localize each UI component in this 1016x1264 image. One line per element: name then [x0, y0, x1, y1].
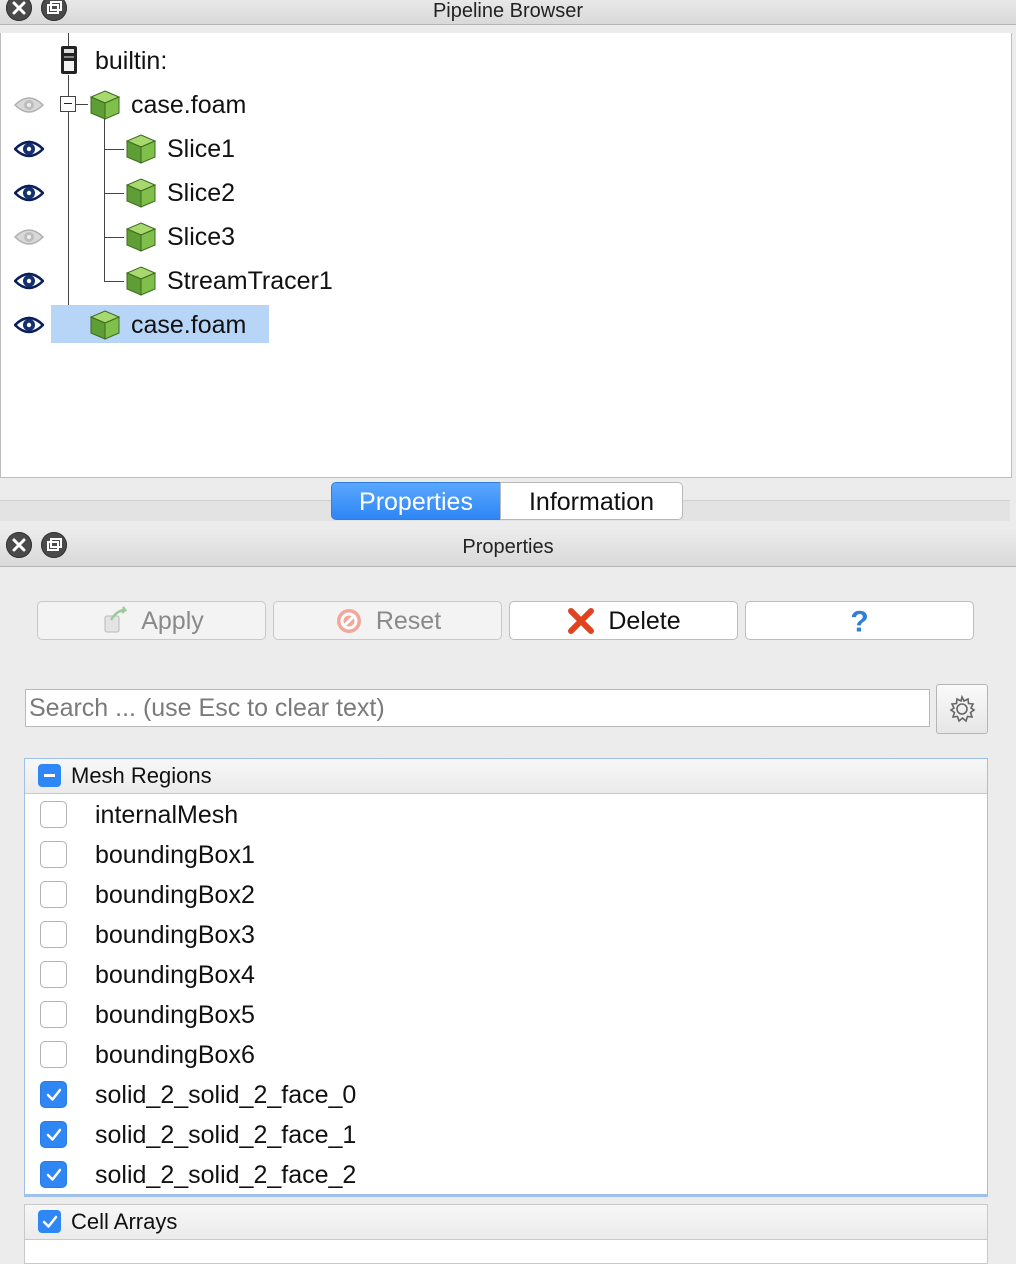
list-item-label: boundingBox1 — [95, 841, 255, 869]
list-item[interactable]: boundingBox1 — [25, 835, 987, 875]
tree-item-label: Slice2 — [167, 179, 236, 207]
list-item-label: solid_2_solid_2_face_2 — [95, 1161, 357, 1189]
tree-item-slice2[interactable]: Slice2 — [1, 171, 1011, 215]
checkmark-icon — [46, 1088, 62, 1101]
pipeline-browser-title: Pipeline Browser — [432, 0, 584, 22]
cube-icon — [125, 222, 157, 252]
eye-visible-icon[interactable] — [14, 183, 44, 203]
delete-button[interactable]: Delete — [509, 601, 738, 640]
mesh-regions-header[interactable]: Mesh Regions — [25, 759, 987, 794]
search-input[interactable] — [25, 689, 930, 727]
cell-arrays-header[interactable]: Cell Arrays — [25, 1205, 987, 1240]
checkbox[interactable] — [40, 1041, 67, 1068]
tree-item-label: case.foam — [131, 91, 247, 119]
list-item[interactable]: boundingBox5 — [25, 995, 987, 1035]
list-item-label: boundingBox2 — [95, 881, 255, 909]
tree-item-label: Slice1 — [167, 135, 236, 163]
tree-item-builtin[interactable]: builtin: — [1, 39, 1011, 83]
tree-item-slice1[interactable]: Slice1 — [1, 127, 1011, 171]
apply-label: Apply — [141, 606, 204, 635]
tab-properties[interactable]: Properties — [331, 482, 501, 520]
list-item-label: internalMesh — [95, 801, 239, 829]
list-item[interactable]: boundingBox4 — [25, 955, 987, 995]
list-item-label: solid_2_solid_2_face_1 — [95, 1121, 357, 1149]
tree-item-label: Slice3 — [167, 223, 236, 251]
tree-item-slice3[interactable]: Slice3 — [1, 215, 1011, 259]
cube-icon — [125, 134, 157, 164]
list-item[interactable]: solid_2_solid_2_face_2 — [25, 1155, 987, 1195]
delete-icon — [568, 608, 595, 635]
properties-title: Properties — [462, 536, 554, 558]
eye-visible-icon[interactable] — [14, 271, 44, 291]
eye-hidden-icon[interactable] — [14, 227, 44, 247]
eye-visible-icon[interactable] — [14, 139, 44, 159]
tab-information[interactable]: Information — [500, 482, 683, 520]
checkmark-icon — [46, 1168, 62, 1181]
delete-label: Delete — [608, 606, 681, 635]
list-item[interactable]: internalMesh — [25, 795, 987, 835]
cell-arrays-title: Cell Arrays — [71, 1209, 178, 1234]
apply-button[interactable]: Apply — [37, 601, 266, 640]
help-button[interactable]: ? — [745, 601, 974, 640]
list-item[interactable]: boundingBox3 — [25, 915, 987, 955]
cell-arrays-section: Cell Arrays — [24, 1204, 988, 1264]
tree-item-label: StreamTracer1 — [167, 267, 333, 295]
reset-button[interactable]: Reset — [273, 601, 502, 640]
collapse-section-icon[interactable] — [38, 764, 61, 787]
checkbox[interactable] — [40, 841, 67, 868]
server-icon — [61, 46, 77, 74]
mesh-regions-section: Mesh Regions internalMesh boundingBox1 b… — [24, 758, 988, 1197]
mesh-regions-title: Mesh Regions — [71, 763, 212, 788]
tree-item-label: builtin: — [95, 47, 168, 75]
pipeline-tree[interactable]: builtin: case.foam Slice1 Slice2 Slice3 … — [0, 33, 1012, 478]
eye-hidden-icon[interactable] — [14, 95, 44, 115]
pipeline-browser-titlebar: Pipeline Browser — [0, 0, 1016, 25]
list-item-label: boundingBox3 — [95, 921, 255, 949]
checkbox-checked[interactable] — [40, 1161, 67, 1188]
properties-titlebar: Properties — [0, 527, 1016, 567]
list-item[interactable]: solid_2_solid_2_face_1 — [25, 1115, 987, 1155]
eye-visible-icon[interactable] — [14, 315, 44, 335]
checkmark-icon — [46, 1128, 62, 1141]
reset-icon — [336, 609, 361, 634]
cell-arrays-checkbox[interactable] — [38, 1210, 61, 1233]
list-item[interactable]: boundingBox2 — [25, 875, 987, 915]
tree-item-label: case.foam — [131, 311, 247, 339]
checkbox[interactable] — [40, 921, 67, 948]
apply-icon — [104, 606, 128, 633]
checkbox[interactable] — [40, 1001, 67, 1028]
tree-item-case-foam[interactable]: case.foam — [1, 83, 1011, 127]
list-item-label: solid_2_solid_2_face_0 — [95, 1081, 357, 1109]
list-item-label: boundingBox6 — [95, 1041, 255, 1069]
help-icon: ? — [850, 605, 869, 639]
checkbox-checked[interactable] — [40, 1081, 67, 1108]
cube-icon — [89, 90, 121, 120]
list-item-label: boundingBox5 — [95, 1001, 255, 1029]
checkmark-icon — [42, 1215, 58, 1228]
tree-item-streamtracer1[interactable]: StreamTracer1 — [1, 259, 1011, 303]
tree-item-case-foam-selected[interactable]: case.foam — [1, 303, 1011, 347]
checkbox[interactable] — [40, 881, 67, 908]
cube-icon — [125, 178, 157, 208]
reset-label: Reset — [375, 606, 442, 635]
checkbox[interactable] — [40, 801, 67, 828]
list-item-label: boundingBox4 — [95, 961, 255, 989]
checkbox[interactable] — [40, 961, 67, 988]
advanced-settings-button[interactable] — [936, 684, 988, 734]
checkbox-checked[interactable] — [40, 1121, 67, 1148]
list-item[interactable]: boundingBox6 — [25, 1035, 987, 1075]
cube-icon — [89, 310, 121, 340]
gear-icon — [949, 694, 976, 723]
list-item[interactable]: solid_2_solid_2_face_0 — [25, 1075, 987, 1115]
cube-icon — [125, 266, 157, 296]
